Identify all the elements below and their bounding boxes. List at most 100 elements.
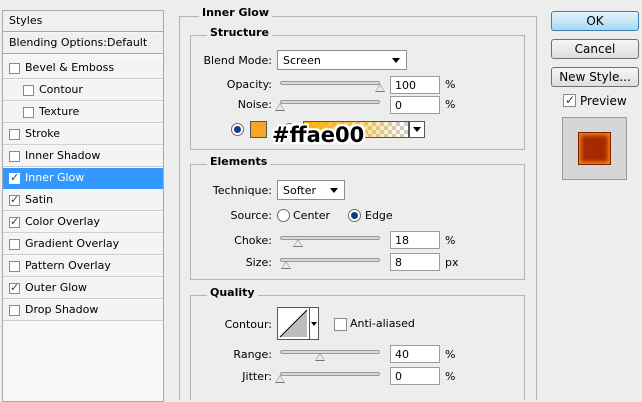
style-item-label: Contour [39, 83, 83, 96]
blend-mode-label: Blend Mode: [203, 54, 273, 67]
style-item-checkbox[interactable] [9, 129, 20, 140]
style-item-checkbox[interactable]: ✓ [9, 215, 20, 228]
solid-color-radio[interactable] [231, 123, 244, 136]
style-item-label: Gradient Overlay [25, 237, 120, 250]
style-item-outer-glow[interactable]: ✓ Outer Glow [3, 278, 163, 299]
noise-label: Noise: [237, 98, 272, 111]
style-item-checkbox[interactable] [9, 63, 20, 74]
choke-slider-thumb[interactable] [293, 239, 303, 247]
style-item-checkbox[interactable]: ✓ [9, 281, 20, 294]
cancel-button[interactable]: Cancel [551, 39, 639, 59]
style-item-texture[interactable]: Texture [3, 102, 163, 123]
style-item-inner-shadow[interactable]: Inner Shadow [3, 146, 163, 167]
noise-unit: % [445, 98, 456, 111]
preview-swatch [578, 132, 611, 165]
style-item-label: Inner Glow [25, 171, 85, 184]
style-item-stroke[interactable]: Stroke [3, 124, 163, 145]
color-annotation-overlay: #ffae00 [272, 123, 365, 147]
styles-header-label: Styles [9, 14, 43, 27]
style-item-bevel-emboss[interactable]: Bevel & Emboss [3, 58, 163, 79]
size-slider-track[interactable] [280, 258, 380, 262]
size-input[interactable]: 8 [390, 253, 440, 271]
style-item-checkbox[interactable] [9, 151, 20, 162]
chevron-down-icon [392, 58, 400, 63]
source-center-radio[interactable] [277, 209, 290, 222]
blending-options-item[interactable]: Blending Options:Default [3, 33, 163, 54]
style-item-checkbox[interactable]: ✓ [9, 193, 20, 206]
style-item-inner-glow[interactable]: ✓ Inner Glow [3, 168, 163, 189]
style-item-label: Outer Glow [25, 281, 88, 294]
style-item-color-overlay[interactable]: ✓ Color Overlay [3, 212, 163, 233]
noise-slider-thumb[interactable] [275, 103, 285, 111]
source-edge-label: Edge [365, 209, 393, 222]
style-item-drop-shadow[interactable]: Drop Shadow [3, 300, 163, 321]
noise-input[interactable]: 0 [390, 96, 440, 114]
checkmark-icon: ✓ [10, 171, 20, 184]
gradient-dropdown-button[interactable] [409, 121, 425, 138]
checkmark-icon: ✓ [10, 193, 20, 206]
style-item-satin[interactable]: ✓ Satin [3, 190, 163, 211]
source-edge-radio[interactable] [348, 209, 361, 222]
size-unit: px [445, 256, 459, 269]
style-item-checkbox[interactable] [9, 239, 20, 250]
anti-aliased-label: Anti-aliased [350, 317, 415, 330]
range-value: 40 [395, 348, 409, 361]
size-slider-thumb[interactable] [281, 261, 291, 269]
choke-label: Choke: [234, 234, 272, 247]
opacity-slider-thumb[interactable] [375, 84, 385, 92]
source-label: Source: [230, 209, 273, 222]
structure-title: Structure [207, 26, 272, 39]
opacity-label: Opacity: [226, 78, 272, 91]
glow-color-swatch[interactable] [250, 121, 267, 138]
noise-slider-track[interactable] [280, 100, 380, 104]
style-item-checkbox[interactable] [9, 261, 20, 272]
jitter-label: Jitter: [242, 370, 272, 383]
style-item-label: Satin [25, 193, 54, 206]
blend-mode-value: Screen [283, 54, 321, 67]
jitter-unit: % [445, 370, 456, 383]
style-item-checkbox[interactable] [9, 305, 20, 316]
style-item-gradient-overlay[interactable]: Gradient Overlay [3, 234, 163, 255]
style-item-contour[interactable]: Contour [3, 80, 163, 101]
elements-title: Elements [207, 155, 271, 168]
contour-label: Contour: [224, 318, 272, 331]
jitter-slider-track[interactable] [280, 372, 380, 376]
technique-select[interactable]: Softer [277, 180, 345, 200]
section-title: Inner Glow [199, 6, 272, 19]
opacity-input[interactable]: 100 [390, 76, 440, 94]
styles-header[interactable]: Styles [3, 11, 163, 32]
size-label: Size: [245, 256, 272, 269]
source-center-label: Center [293, 209, 331, 222]
opacity-value: 100 [395, 79, 416, 92]
choke-unit: % [445, 234, 456, 247]
radio-dot-icon [351, 212, 358, 219]
contour-dropdown-button[interactable] [310, 307, 319, 340]
style-item-checkbox[interactable] [23, 107, 34, 118]
contour-curve-icon [279, 309, 308, 338]
choke-input[interactable]: 18 [390, 231, 440, 249]
range-unit: % [445, 348, 456, 361]
style-item-checkbox[interactable] [23, 85, 34, 96]
jitter-input[interactable]: 0 [390, 367, 440, 385]
anti-aliased-checkbox[interactable] [334, 318, 347, 331]
style-item-label: Texture [39, 105, 80, 118]
style-item-pattern-overlay[interactable]: Pattern Overlay [3, 256, 163, 277]
ok-button[interactable]: OK [551, 11, 639, 31]
jitter-value: 0 [395, 370, 402, 383]
style-item-label: Bevel & Emboss [25, 61, 115, 74]
jitter-slider-thumb[interactable] [275, 375, 285, 383]
checkmark-icon: ✓ [10, 281, 20, 294]
blend-mode-select[interactable]: Screen [277, 50, 407, 70]
contour-picker[interactable] [277, 307, 310, 340]
opacity-unit: % [445, 78, 456, 91]
range-slider-track[interactable] [280, 350, 380, 354]
range-slider-thumb[interactable] [315, 353, 325, 361]
range-input[interactable]: 40 [390, 345, 440, 363]
preview-checkbox[interactable]: ✓ [563, 93, 576, 107]
size-value: 8 [395, 256, 402, 269]
opacity-slider-track[interactable] [280, 81, 380, 85]
blending-options-label: Blending Options:Default [9, 36, 148, 49]
style-item-label: Inner Shadow [25, 149, 101, 162]
style-item-checkbox[interactable]: ✓ [9, 171, 20, 184]
new-style-button[interactable]: New Style... [551, 67, 639, 87]
